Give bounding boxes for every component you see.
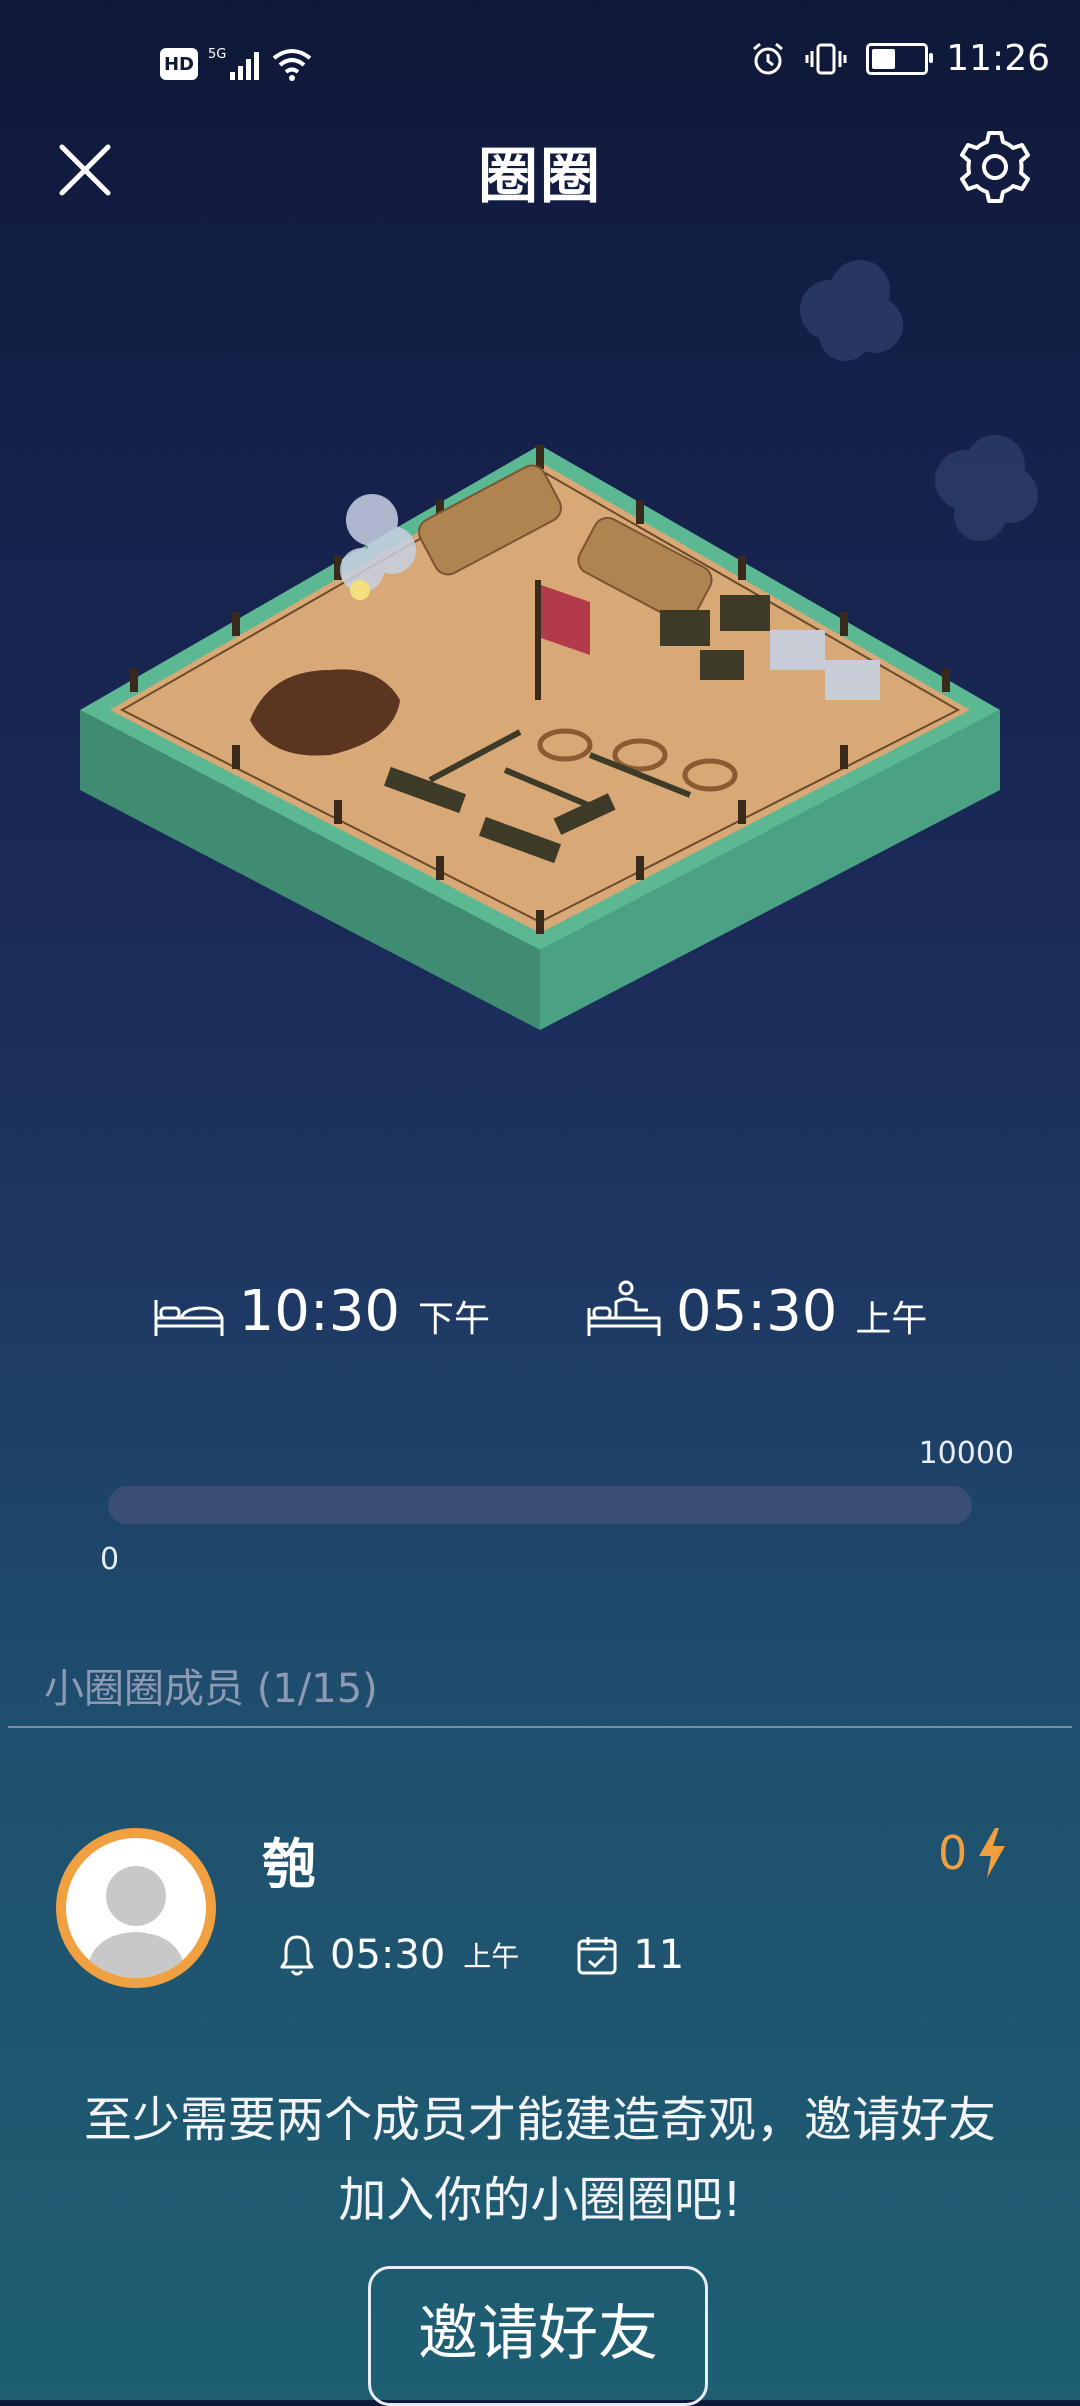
lightning-icon [979, 1828, 1006, 1878]
page-title: 圈圈 [478, 142, 602, 212]
bell-icon [280, 1935, 314, 1976]
wake-up-icon [587, 1280, 661, 1336]
member-name: 匏 [262, 1833, 316, 1896]
settings-button[interactable] [950, 122, 1040, 212]
progress-track [108, 1486, 972, 1524]
avatar[interactable] [56, 1828, 216, 1988]
wakeup-time-value: 05:30 [676, 1279, 838, 1344]
hd-badge: HD [160, 48, 198, 80]
invite-friends-button[interactable]: 邀请好友 [368, 2266, 708, 2406]
energy-counter: 0 [938, 1826, 1007, 1880]
wakeup-time[interactable]: 05:30 上午 [586, 1280, 927, 1340]
bedtime-ampm: 下午 [417, 1299, 490, 1340]
member-alarm-time: 05:30 [330, 1932, 446, 1978]
avatar-placeholder [66, 1838, 206, 1978]
invite-notice: 至少需要两个成员才能建造奇观，邀请好友 加入你的小圈圈吧! [0, 2080, 1080, 2240]
member-alarm: 05:30 上午 [278, 1932, 519, 1978]
cloud-icon [800, 260, 903, 361]
signal-5g-icon: 5G [208, 47, 259, 80]
progress-min-label: 0 [100, 1542, 120, 1577]
status-right: 11:26 [750, 38, 1050, 79]
status-left: HD 5G [160, 44, 314, 84]
progress-max-label: 10000 [918, 1436, 1014, 1471]
svg-text:5G: 5G [208, 47, 226, 62]
divider [8, 1726, 1072, 1728]
member-meta: 05:30 上午 11 [278, 1932, 740, 1978]
member-alarm-ampm: 上午 [463, 1940, 520, 1973]
default-user-icon [86, 1866, 186, 1978]
alarm-clock-icon [753, 42, 784, 74]
status-bar: HD 5G 11:26 [0, 0, 1080, 130]
island-illustration [80, 260, 1038, 1030]
battery-icon [866, 42, 934, 75]
invite-notice-line2: 加入你的小圈圈吧! [338, 2172, 742, 2228]
vibrate-icon [805, 43, 847, 74]
member-days: 11 [575, 1932, 684, 1978]
bed-icon [154, 1300, 224, 1336]
cloud-icon [935, 435, 1038, 541]
member-days-count: 11 [633, 1932, 685, 1978]
sleep-schedule: 10:30 下午 05:30 上午 [0, 1280, 1080, 1340]
calendar-check-icon [577, 1937, 617, 1975]
members-section-title: 小圈圈成员 (1/15) [44, 1666, 378, 1712]
wakeup-ampm: 上午 [855, 1299, 928, 1340]
status-time: 11:26 [946, 38, 1050, 79]
bedtime-time: 10:30 [238, 1279, 400, 1344]
wifi-icon [272, 49, 312, 81]
energy-value: 0 [938, 1826, 968, 1880]
invite-notice-line1: 至少需要两个成员才能建造奇观，邀请好友 [83, 2092, 996, 2148]
battery-level [872, 48, 896, 69]
bedtime[interactable]: 10:30 下午 [153, 1284, 490, 1340]
gear-icon [960, 131, 1030, 203]
